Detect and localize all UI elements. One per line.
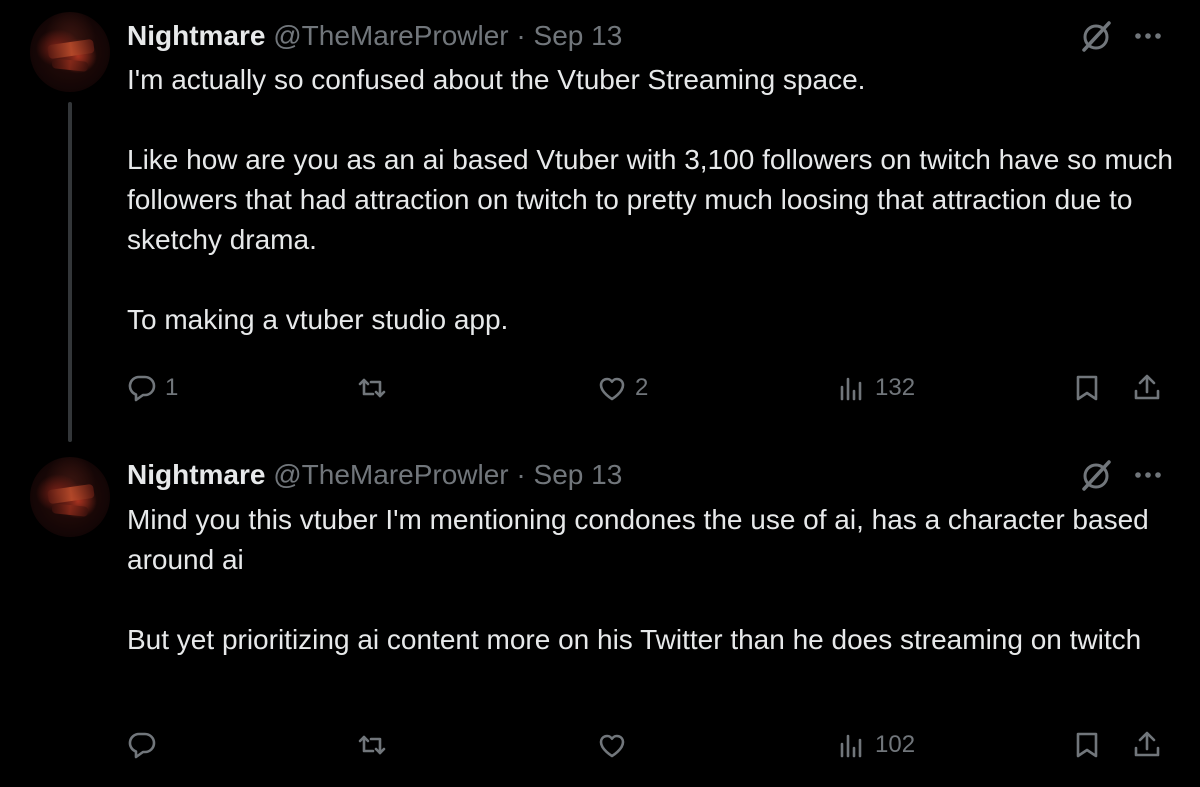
analytics-icon <box>840 377 862 401</box>
like-button[interactable]: 2 <box>597 366 648 410</box>
share-button[interactable] <box>1132 723 1162 767</box>
share-button[interactable] <box>1132 366 1162 410</box>
views-button[interactable]: 132 <box>837 366 915 410</box>
reply-button[interactable]: 1 <box>127 366 178 410</box>
share-icon <box>1134 731 1160 757</box>
thread-connector-line <box>68 102 72 442</box>
tweet-header: Nightmare @TheMareProwler · Sep 13 <box>127 18 622 54</box>
separator-dot: · <box>516 20 526 51</box>
tweet-date[interactable]: Sep 13 <box>534 459 623 490</box>
avatar[interactable] <box>30 12 110 92</box>
tweet-paragraph: I'm actually so confused about the Vtube… <box>127 64 866 95</box>
grok-icon[interactable] <box>1078 457 1114 493</box>
retweet-button[interactable] <box>357 366 395 410</box>
view-count: 132 <box>875 374 916 401</box>
tweet-paragraph: But yet prioritizing ai content more on … <box>127 624 1142 655</box>
user-handle[interactable]: @TheMareProwler <box>273 20 508 51</box>
separator-dot: · <box>516 459 526 490</box>
display-name[interactable]: Nightmare <box>127 20 265 51</box>
reply-button[interactable] <box>127 723 165 767</box>
like-button[interactable] <box>597 723 635 767</box>
analytics-icon <box>840 734 862 758</box>
action-bar: 1 2 132 <box>127 366 1177 410</box>
tweet[interactable]: Nightmare @TheMareProwler · Sep 13 Mind … <box>0 445 1200 787</box>
tweet-text: I'm actually so confused about the Vtube… <box>127 60 1177 340</box>
grok-icon[interactable] <box>1078 18 1114 54</box>
tweet-paragraph: Mind you this vtuber I'm mentioning cond… <box>127 504 1149 575</box>
share-icon <box>1134 374 1160 400</box>
bookmark-icon <box>1076 375 1098 401</box>
reply-icon <box>128 375 156 402</box>
avatar[interactable] <box>30 457 110 537</box>
retweet-button[interactable] <box>357 723 395 767</box>
views-button[interactable]: 102 <box>837 723 915 767</box>
view-count: 102 <box>875 731 916 758</box>
bookmark-icon <box>1076 732 1098 758</box>
retweet-icon <box>358 378 386 398</box>
bookmark-button[interactable] <box>1072 366 1102 410</box>
display-name[interactable]: Nightmare <box>127 459 265 490</box>
reply-icon <box>128 732 156 759</box>
retweet-icon <box>358 735 386 755</box>
heart-icon <box>599 377 625 401</box>
reply-count: 1 <box>165 374 179 401</box>
tweet[interactable]: Nightmare @TheMareProwler · Sep 13 I'm a… <box>0 0 1200 445</box>
more-icon[interactable] <box>1130 457 1166 493</box>
action-bar: 102 <box>127 723 1177 767</box>
tweet-paragraph: Like how are you as an ai based Vtuber w… <box>127 144 1173 255</box>
like-count: 2 <box>635 374 649 401</box>
tweet-date[interactable]: Sep 13 <box>534 20 623 51</box>
heart-icon <box>599 734 625 758</box>
tweet-header: Nightmare @TheMareProwler · Sep 13 <box>127 457 622 493</box>
user-handle[interactable]: @TheMareProwler <box>273 459 508 490</box>
more-icon[interactable] <box>1130 18 1166 54</box>
tweet-text: Mind you this vtuber I'm mentioning cond… <box>127 500 1177 660</box>
bookmark-button[interactable] <box>1072 723 1102 767</box>
thread: Nightmare @TheMareProwler · Sep 13 I'm a… <box>0 0 1200 787</box>
tweet-paragraph: To making a vtuber studio app. <box>127 304 509 335</box>
